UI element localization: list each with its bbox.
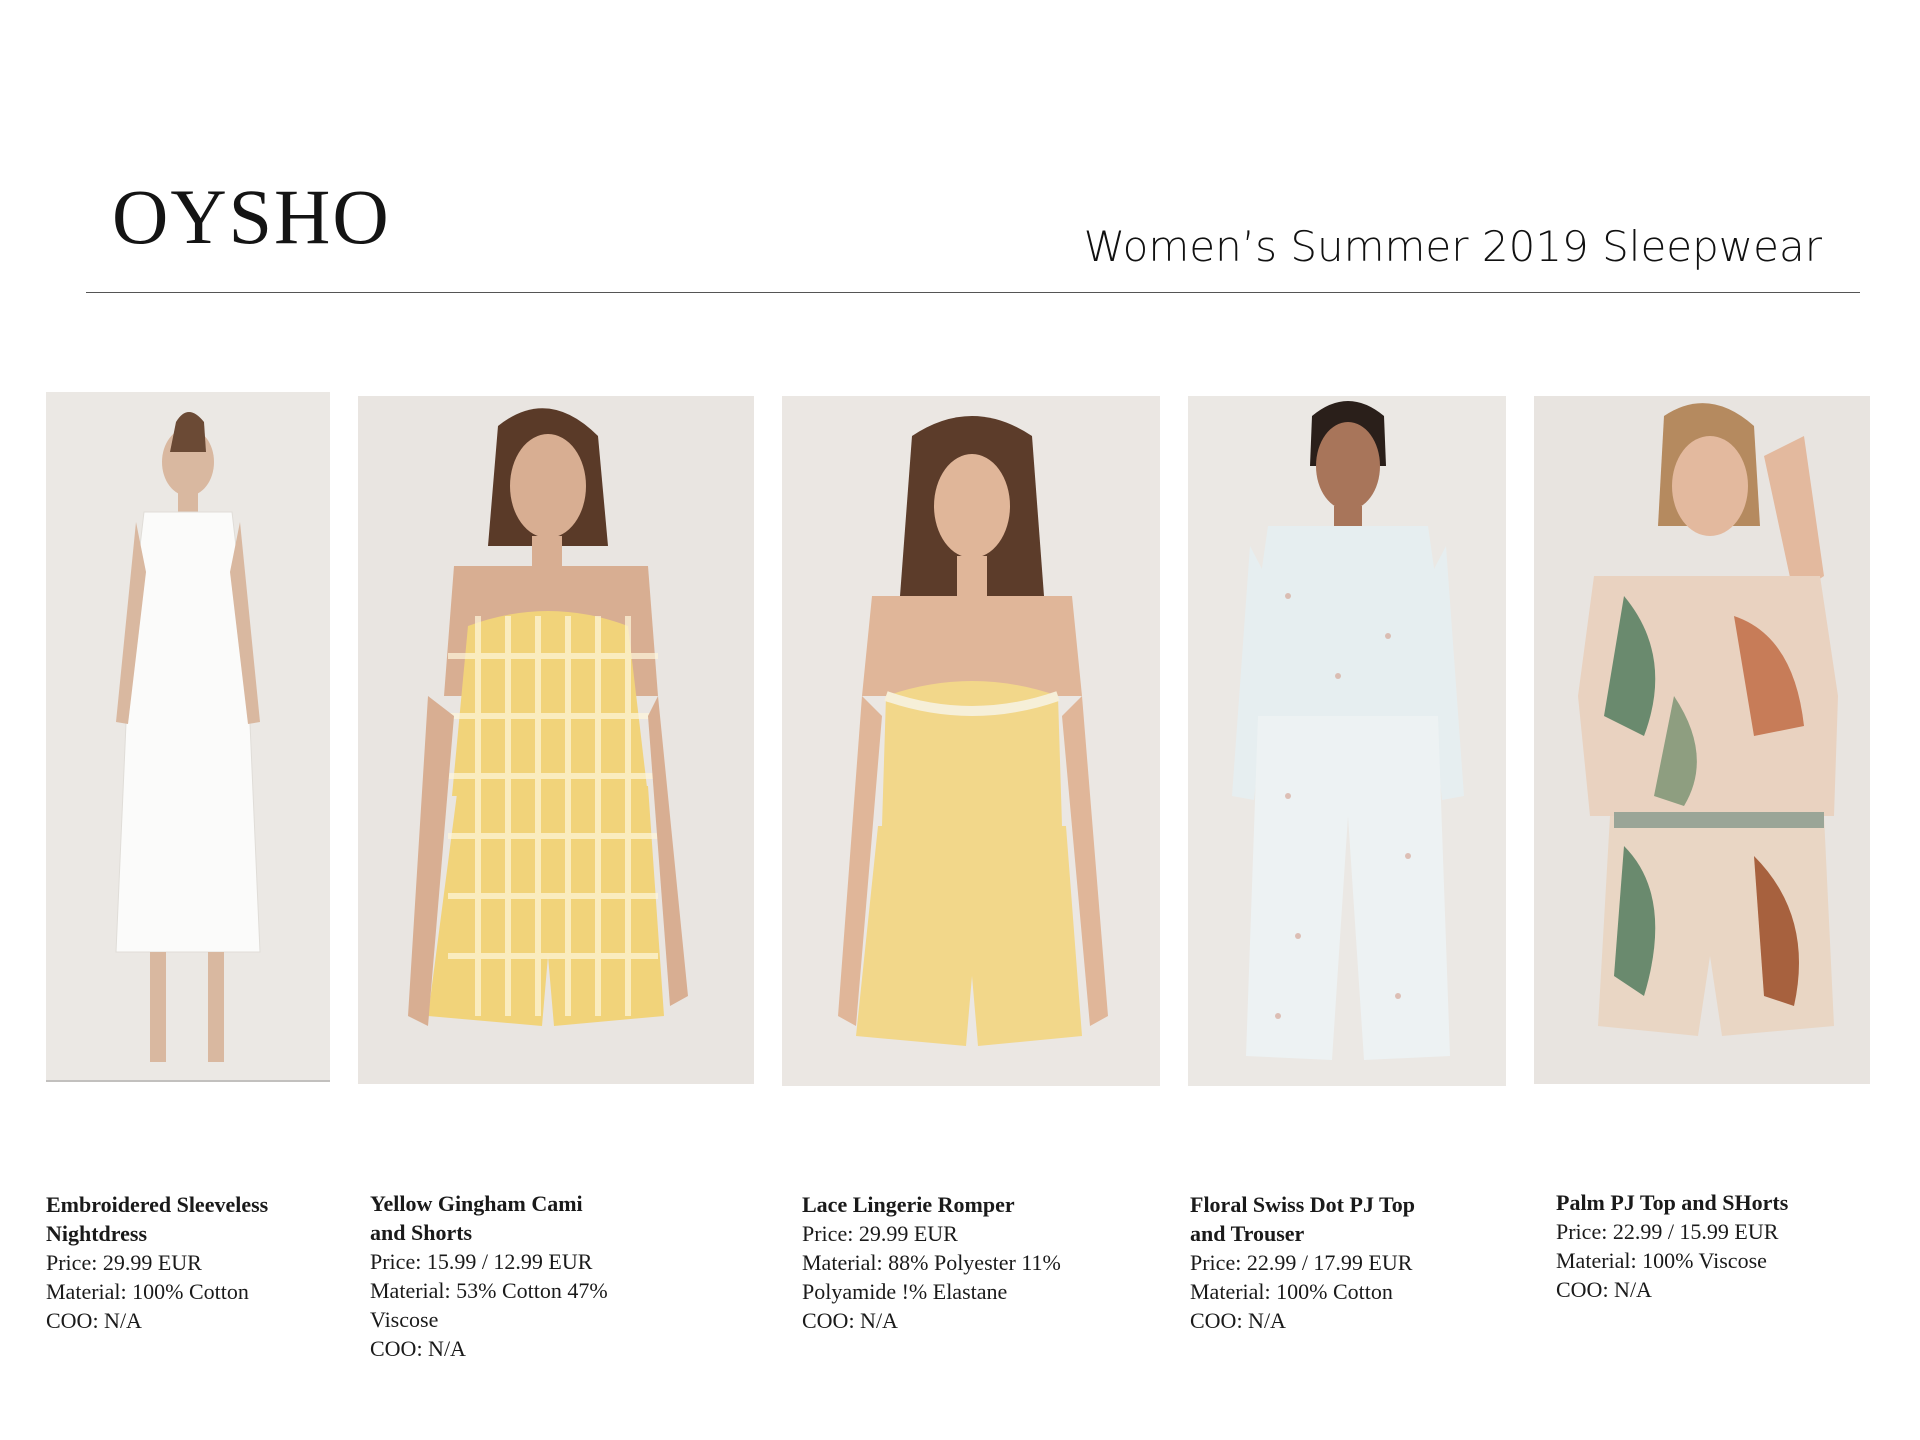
- product-coo: COO: N/A: [46, 1308, 142, 1333]
- product-coo: COO: N/A: [1556, 1277, 1652, 1302]
- product-caption-1: Embroidered Sleeveless Nightdress Price:…: [46, 1190, 316, 1335]
- product-material: Viscose: [370, 1307, 439, 1332]
- product-material: Material: 100% Viscose: [1556, 1248, 1767, 1273]
- product-caption-2: Yellow Gingham Cami and Shorts Price: 15…: [370, 1189, 670, 1363]
- product-name: Embroidered Sleeveless: [46, 1192, 269, 1217]
- product-material: Material: 88% Polyester 11%: [802, 1250, 1061, 1275]
- product-name: Floral Swiss Dot PJ Top: [1190, 1192, 1415, 1217]
- product-material: Material: 100% Cotton: [46, 1279, 249, 1304]
- product-photo-palm-pj: [1534, 396, 1870, 1084]
- product-coo: COO: N/A: [370, 1336, 466, 1361]
- product-photo-lace-romper: [782, 396, 1160, 1086]
- page-title: Women’s Summer 2019 Sleepwear: [1083, 222, 1822, 271]
- product-name: and Shorts: [370, 1220, 473, 1245]
- product-photo-gingham-cami: [358, 396, 754, 1084]
- product-price: Price: 22.99 / 15.99 EUR: [1556, 1219, 1779, 1244]
- product-caption-4: Floral Swiss Dot PJ Top and Trouser Pric…: [1190, 1190, 1490, 1335]
- product-name: Lace Lingerie Romper: [802, 1192, 1015, 1217]
- product-photo-nightdress: [46, 392, 330, 1082]
- product-material: Material: 100% Cotton: [1190, 1279, 1393, 1304]
- product-price: Price: 15.99 / 12.99 EUR: [370, 1249, 593, 1274]
- product-price: Price: 29.99 EUR: [802, 1221, 958, 1246]
- product-caption-3: Lace Lingerie Romper Price: 29.99 EUR Ma…: [802, 1190, 1122, 1335]
- product-material: Polyamide !% Elastane: [802, 1279, 1008, 1304]
- product-caption-5: Palm PJ Top and SHorts Price: 22.99 / 15…: [1556, 1188, 1856, 1304]
- product-price: Price: 22.99 / 17.99 EUR: [1190, 1250, 1413, 1275]
- product-material: Material: 53% Cotton 47%: [370, 1278, 608, 1303]
- product-photo-floral-pj: [1188, 396, 1506, 1086]
- product-name: Palm PJ Top and SHorts: [1556, 1190, 1789, 1215]
- product-name: Nightdress: [46, 1221, 148, 1246]
- product-coo: COO: N/A: [802, 1308, 898, 1333]
- header-divider: [86, 292, 1860, 293]
- product-name: Yellow Gingham Cami: [370, 1191, 583, 1216]
- product-name: and Trouser: [1190, 1221, 1305, 1246]
- product-coo: COO: N/A: [1190, 1308, 1286, 1333]
- brand-logo: OYSHO: [112, 173, 391, 260]
- product-price: Price: 29.99 EUR: [46, 1250, 202, 1275]
